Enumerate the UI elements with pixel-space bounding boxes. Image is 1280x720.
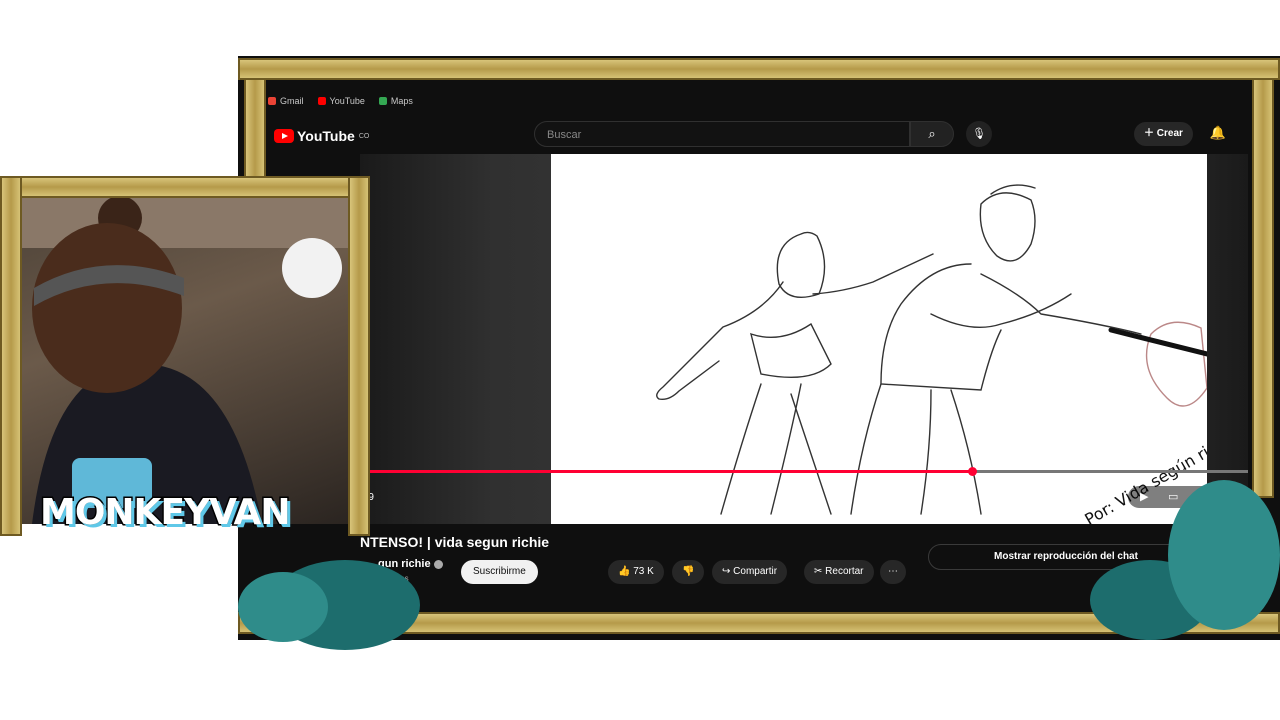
subscribe-button[interactable]: Suscribirme	[461, 560, 538, 584]
youtube-logo[interactable]: YouTube CO	[274, 128, 369, 144]
video-title: NTENSO! | vida segun richie	[360, 534, 550, 550]
webcam-frame-top	[0, 176, 370, 198]
bush-decoration	[1168, 480, 1280, 630]
webcam-feed	[12, 188, 352, 524]
bookmark-gmail[interactable]: Gmail	[268, 96, 304, 106]
bamboo-frame-top	[238, 58, 1280, 80]
plus-icon: ＋	[1144, 128, 1157, 139]
scissors-icon: ✂	[814, 566, 826, 577]
thumbs-down-icon: 👎	[682, 566, 695, 577]
subtitles-icon[interactable]: ▭	[1168, 490, 1178, 503]
autoplay-icon[interactable]: ▶	[1140, 490, 1148, 503]
clip-button[interactable]: ✂ Recortar	[804, 560, 874, 584]
bookmarks-bar: Gmail YouTube Maps	[268, 92, 413, 110]
bookmark-maps[interactable]: Maps	[378, 96, 413, 106]
webcam-frame-left	[0, 176, 22, 536]
share-button[interactable]: ↪ Compartir	[712, 560, 788, 584]
dislike-button[interactable]: 👎	[672, 560, 705, 584]
bamboo-frame-left	[244, 78, 266, 178]
video-player[interactable]: Por: Vida según richie :29 ▶ ▭ ⚙	[360, 154, 1248, 524]
bush-decoration	[238, 572, 328, 642]
progress-scrubber[interactable]	[967, 467, 977, 476]
bookmark-youtube[interactable]: YouTube	[317, 96, 365, 106]
like-button[interactable]: 👍 73 K	[608, 560, 664, 584]
verified-icon	[433, 559, 443, 569]
thumbs-up-icon: 👍	[618, 566, 634, 577]
youtube-icon	[317, 97, 326, 105]
search-icon: ⌕	[928, 126, 936, 141]
maps-icon	[378, 97, 387, 105]
video-frame: Por: Vida según richie	[551, 154, 1207, 524]
webcam-frame-right	[348, 176, 370, 536]
voice-search-button[interactable]: 🎙	[966, 121, 992, 147]
browser-window: Gmail YouTube Maps YouTube CO Buscar ⌕ 🎙…	[238, 56, 1280, 640]
youtube-play-icon	[274, 129, 294, 143]
sketch-drawing: Por: Vida según richie	[656, 184, 1207, 524]
more-actions-button[interactable]: ⋯	[880, 560, 906, 584]
more-icon: ⋯	[888, 566, 898, 577]
share-icon: ↪	[722, 566, 734, 577]
create-button[interactable]: ＋ Crear	[1134, 122, 1193, 146]
search-input[interactable]: Buscar	[534, 121, 910, 147]
streamer-logo: MONKEYVAN	[39, 491, 293, 535]
bamboo-frame-right	[1252, 78, 1274, 498]
microphone-icon: 🎙	[972, 128, 986, 140]
streamer-figure	[12, 188, 352, 524]
notifications-icon[interactable]: 🔔	[1208, 123, 1228, 143]
progress-fill	[360, 470, 973, 473]
gmail-icon	[268, 97, 276, 105]
search-button[interactable]: ⌕	[910, 121, 954, 147]
